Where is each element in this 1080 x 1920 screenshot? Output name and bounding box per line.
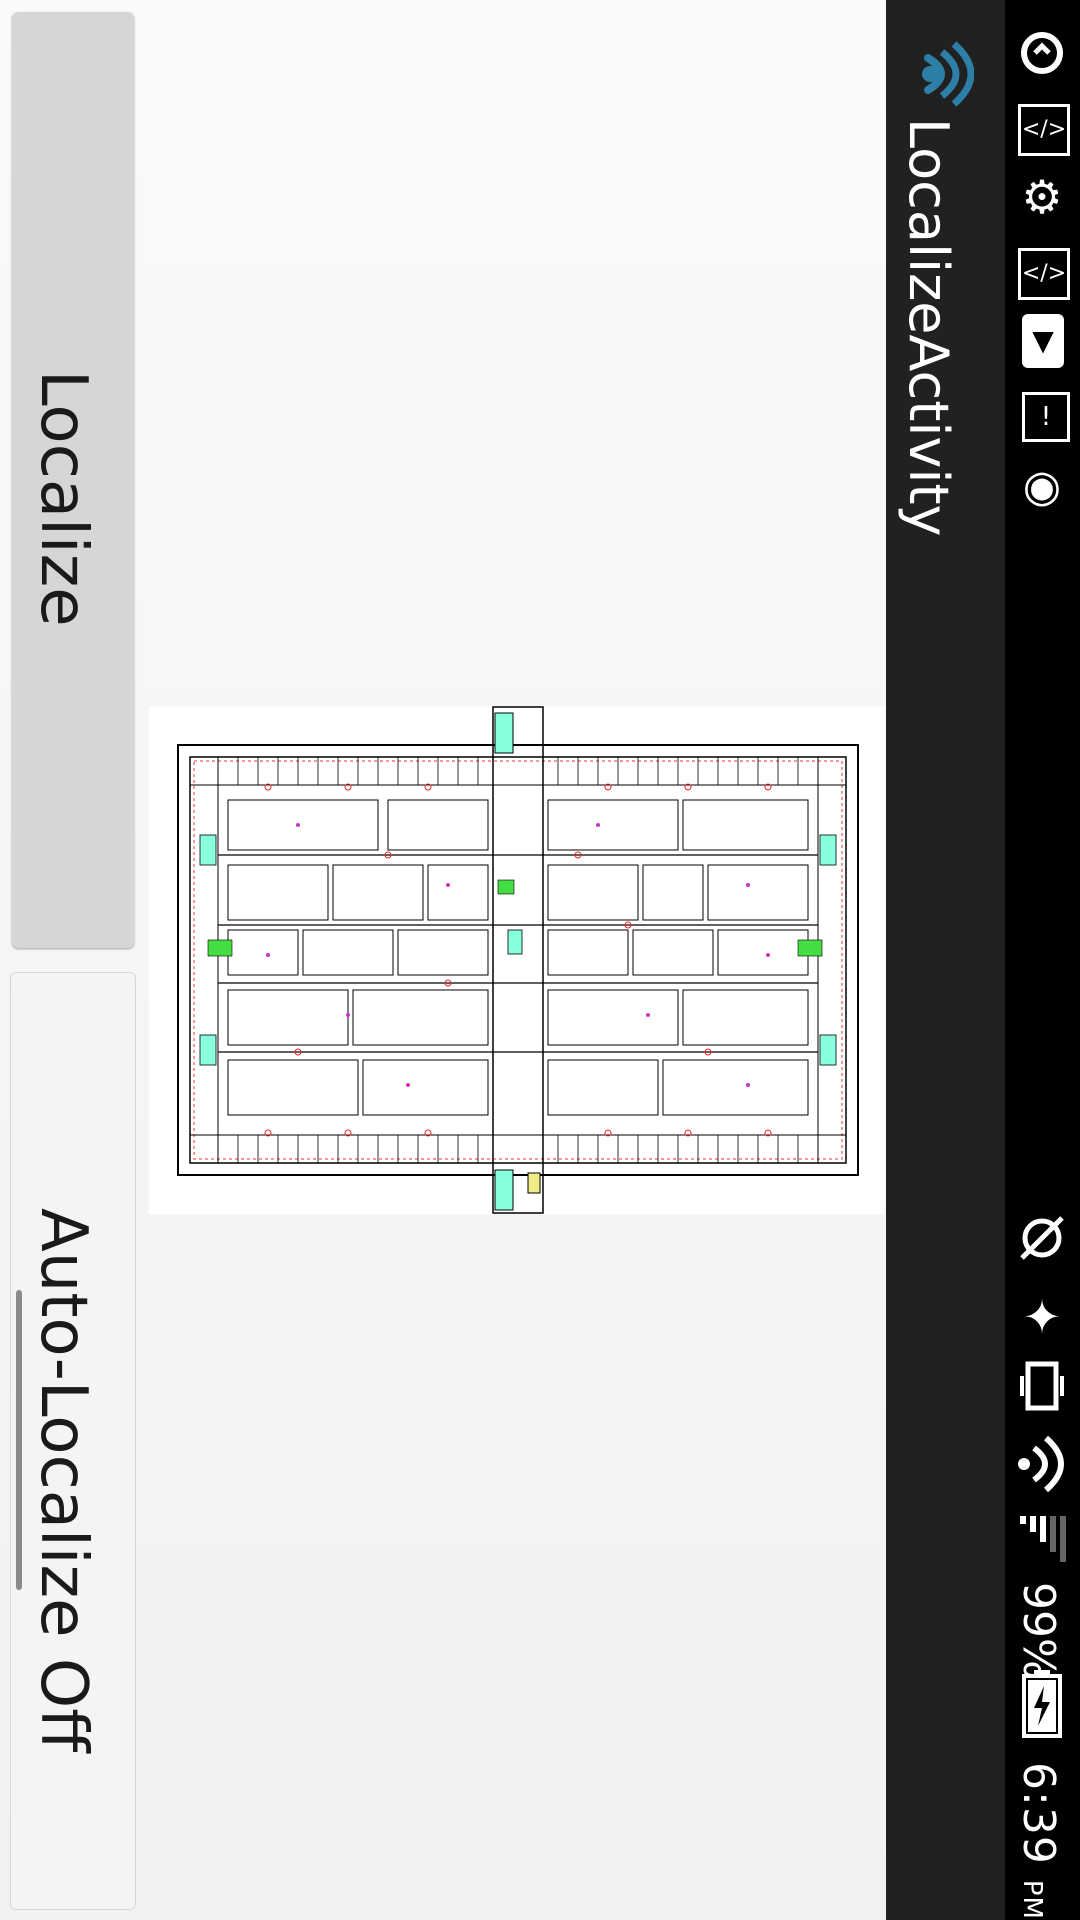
localize-button-label: Localize	[26, 370, 100, 627]
sync-disabled-icon	[1016, 1212, 1068, 1264]
download-icon: ▼	[1022, 314, 1064, 368]
auto-localize-button-label: Auto-Localize Off	[26, 1208, 100, 1753]
code-icon: </>	[1018, 248, 1070, 300]
battery-percent: 99%	[1013, 1582, 1064, 1680]
toggle-indicator	[16, 1290, 22, 1590]
floor-plan-map[interactable]	[147, 704, 887, 1216]
floor-plan-image	[147, 704, 887, 1216]
bluetooth-icon: ✦	[1022, 1290, 1062, 1344]
sd-card-alert-icon: !	[1022, 392, 1070, 442]
code-icon: </>	[1018, 104, 1070, 156]
wifi-icon	[1016, 1434, 1068, 1494]
signal-icon	[1016, 1512, 1068, 1566]
clock: 6:39 PM	[1013, 1762, 1064, 1920]
vibrate-icon	[1020, 1358, 1064, 1414]
battery-charging-icon	[1020, 1670, 1064, 1740]
activity-title: LocalizeActivity	[897, 118, 960, 537]
sync-icon	[1015, 26, 1069, 80]
usb-icon: ⚙	[1021, 170, 1063, 224]
wifi-logo-icon	[918, 38, 975, 110]
debug-icon: ◉	[1022, 461, 1062, 512]
